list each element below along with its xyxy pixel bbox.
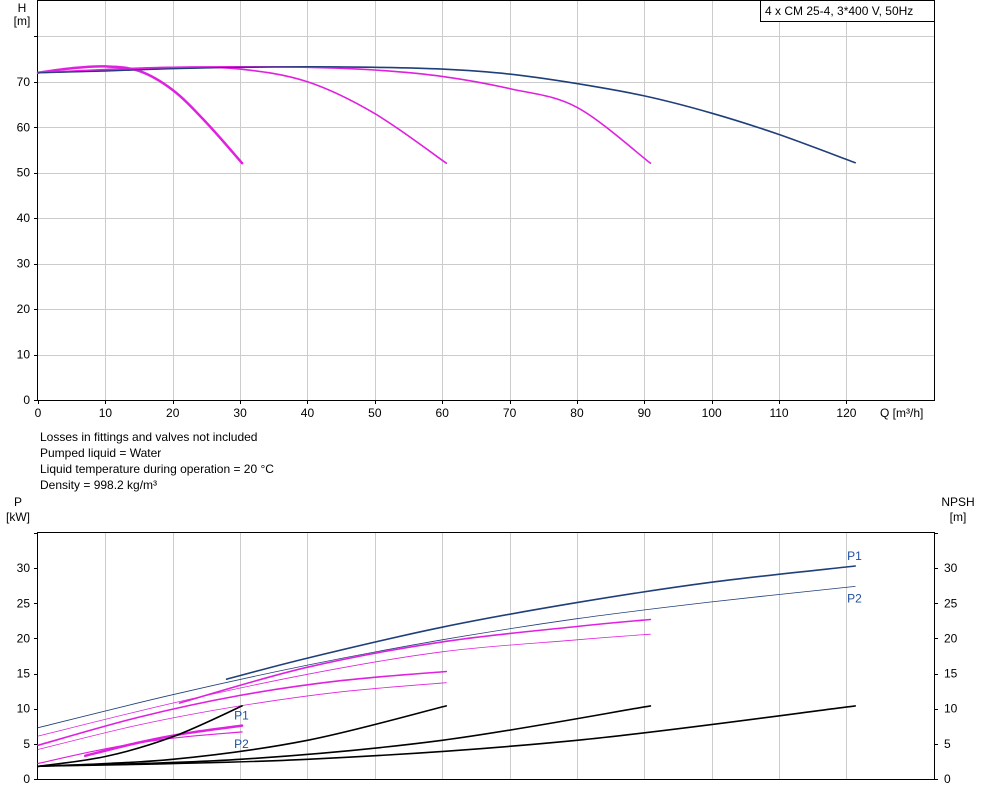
head-series-line-3 [37, 66, 448, 164]
head-ytick-label: 20 [17, 302, 31, 316]
head-xtick-label: 20 [166, 406, 180, 420]
power-ytick-label: 0 [23, 772, 30, 786]
head-grid [38, 0, 934, 400]
curve-label-p1: P1 [234, 709, 249, 723]
head-ytick-label: 70 [17, 75, 31, 89]
npsh-ytick-label: 20 [944, 631, 958, 645]
power-series-line-3 [178, 618, 652, 704]
head-ylabel-line2: [m] [14, 14, 31, 28]
head-xlabel: Q [m³/h] [880, 406, 923, 420]
curve-label-p2: P2 [234, 737, 249, 751]
pump-label: 4 x CM 25-4, 3*400 V, 50Hz [765, 4, 913, 18]
npsh-ytick-label: 0 [944, 772, 951, 786]
head-series-line-4 [36, 65, 244, 165]
npsh-ytick-label: 5 [944, 737, 951, 751]
power-ytick-label: 20 [17, 631, 31, 645]
head-chart: 0 10 20 30 40 50 60 70 80 90 100 110 120 0 10 20 30 40 50 6… [14, 0, 935, 420]
head-ytick-label: 50 [17, 166, 31, 180]
head-xtick-label: 40 [301, 406, 315, 420]
power-plot-frame [37, 532, 935, 780]
npsh-ylabel-line1: NPSH [941, 495, 974, 509]
head-xtick-label: 0 [35, 406, 42, 420]
note-liquid-temperature: Liquid temperature during operation = 20… [40, 462, 274, 476]
head-ylabel-line1: H [18, 1, 27, 15]
head-axis-ticks: 0 10 20 30 40 50 60 70 80 90 100 110 120 0 10 20 30 40 50 6… [17, 36, 857, 420]
head-ytick-label: 40 [17, 211, 31, 225]
power-ytick-label: 10 [17, 702, 31, 716]
npsh-ylabel-line2: [m] [950, 510, 967, 524]
head-xtick-label: 80 [570, 406, 584, 420]
npsh-ytick-label: 25 [944, 596, 958, 610]
power-ylabel-line1: P [14, 495, 22, 509]
power-npsh-chart: 0 5 10 15 20 25 30 0 5 10 15 20 25 30 P1 P2 P1 P2 P [kW]… [6, 495, 975, 786]
head-xtick-label: 10 [99, 406, 113, 420]
power-grid [105, 533, 847, 779]
head-xtick-label: 60 [436, 406, 450, 420]
head-plot-frame [37, 0, 935, 401]
npsh-ytick-label: 15 [944, 667, 958, 681]
head-xtick-label: 110 [769, 406, 788, 420]
operating-notes: Losses in fittings and valves not includ… [40, 429, 274, 493]
curve-label-p1: P1 [847, 549, 862, 563]
head-ytick-label: 0 [23, 393, 30, 407]
head-xtick-label: 30 [233, 406, 247, 420]
note-losses: Losses in fittings and valves not includ… [40, 430, 258, 444]
head-ytick-label: 30 [17, 257, 31, 271]
head-xtick-label: 50 [368, 406, 382, 420]
head-series-group [36, 65, 856, 165]
pump-curve-chart: 0 10 20 30 40 50 60 70 80 90 100 110 120010203040506… [6, 0, 975, 786]
head-ytick-label: 60 [17, 120, 31, 134]
head-xtick-label: 120 [836, 406, 856, 420]
npsh-ytick-label: 10 [944, 702, 958, 716]
power-ytick-label: 5 [23, 737, 30, 751]
power-ytick-label: 30 [17, 561, 31, 575]
head-xtick-label: 100 [702, 406, 722, 420]
power-ytick-label: 25 [17, 596, 31, 610]
curve-label-p2: P2 [847, 591, 862, 605]
head-ytick-label: 10 [17, 348, 31, 362]
power-ytick-label: 15 [17, 667, 31, 681]
power-ylabel-line2: [kW] [6, 510, 30, 524]
note-density: Density = 998.2 kg/m³ [40, 478, 158, 492]
note-pumped-liquid: Pumped liquid = Water [40, 446, 162, 460]
head-xtick-label: 90 [638, 406, 652, 420]
npsh-ytick-label: 30 [944, 561, 958, 575]
head-xtick-label: 70 [503, 406, 517, 420]
power-series-group: P1 P2 P1 P2 [37, 549, 862, 768]
power-series-line-12 [37, 705, 856, 768]
